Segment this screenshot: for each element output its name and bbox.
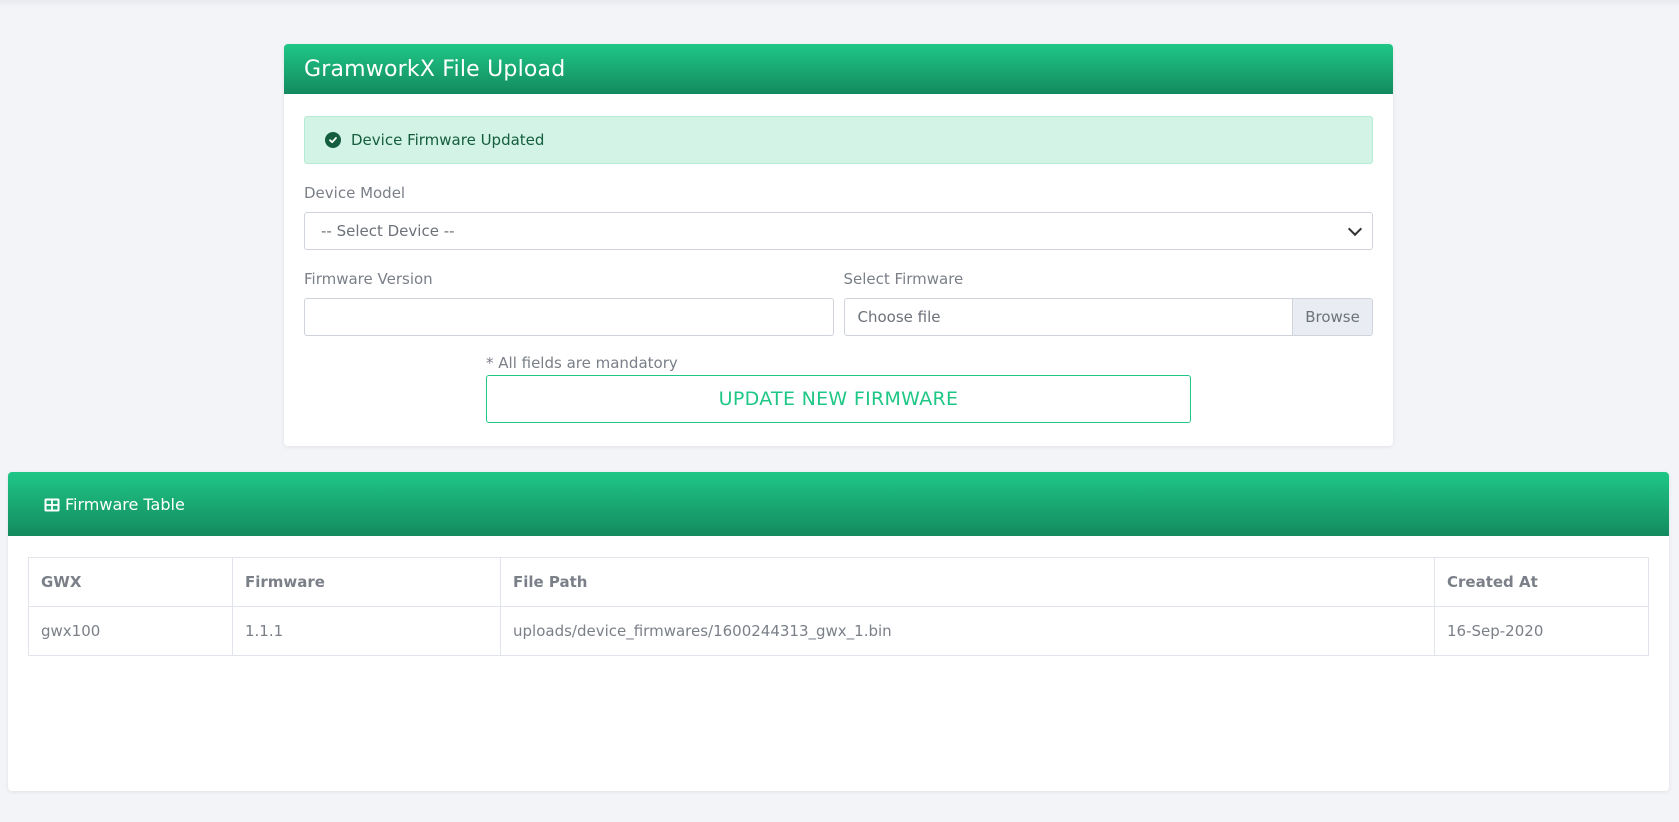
cell-file-path: uploads/device_firmwares/1600244313_gwx_… bbox=[500, 606, 1435, 656]
device-model-select[interactable]: -- Select Device -- bbox=[304, 212, 1373, 250]
success-alert-text: Device Firmware Updated bbox=[351, 131, 545, 149]
choose-file-placeholder[interactable]: Choose file bbox=[845, 299, 1293, 335]
update-firmware-button[interactable]: UPDATE NEW FIRMWARE bbox=[486, 375, 1191, 423]
cell-created-at: 16-Sep-2020 bbox=[1434, 606, 1649, 656]
upload-form: Device Firmware Updated Device Model -- … bbox=[284, 94, 1393, 423]
table-header-row: GWX Firmware File Path Created At bbox=[28, 557, 1649, 607]
firmware-table-title: Firmware Table bbox=[65, 494, 185, 514]
column-header-gwx[interactable]: GWX bbox=[28, 557, 233, 607]
chevron-down-icon bbox=[1347, 221, 1363, 236]
firmware-table-wrapper: GWX Firmware File Path Created At gwx100… bbox=[28, 557, 1649, 656]
firmware-table-header: Firmware Table bbox=[8, 472, 1669, 536]
upload-card-header: GramworkX File Upload bbox=[284, 44, 1393, 94]
firmware-version-input[interactable] bbox=[304, 298, 834, 336]
cell-gwx: gwx100 bbox=[28, 606, 233, 656]
table-grid-icon bbox=[44, 497, 60, 512]
device-model-label: Device Model bbox=[304, 184, 406, 202]
firmware-fields-row: Firmware Version Select Firmware Choose … bbox=[304, 250, 1373, 336]
cell-firmware: 1.1.1 bbox=[232, 606, 501, 656]
firmware-version-group: Firmware Version bbox=[304, 250, 834, 336]
firmware-version-label: Firmware Version bbox=[304, 270, 433, 288]
select-firmware-label: Select Firmware bbox=[843, 270, 964, 288]
firmware-table-card: Firmware Table GWX Firmware File Path Cr… bbox=[8, 472, 1669, 791]
select-firmware-group: Select Firmware Choose file Browse bbox=[843, 250, 1373, 336]
upload-card-title: GramworkX File Upload bbox=[304, 56, 566, 82]
success-alert: Device Firmware Updated bbox=[304, 116, 1373, 164]
top-bar-edge bbox=[0, 0, 1679, 8]
browse-button[interactable]: Browse bbox=[1292, 299, 1372, 335]
mandatory-note: * All fields are mandatory bbox=[486, 354, 678, 372]
firmware-table: GWX Firmware File Path Created At gwx100… bbox=[28, 557, 1649, 656]
check-circle-icon bbox=[325, 132, 341, 148]
firmware-file-input[interactable]: Choose file Browse bbox=[843, 298, 1373, 336]
table-row: gwx100 1.1.1 uploads/device_firmwares/16… bbox=[28, 606, 1649, 656]
device-model-selected-value: -- Select Device -- bbox=[321, 222, 455, 240]
column-header-created-at[interactable]: Created At bbox=[1434, 557, 1649, 607]
firmware-upload-card: GramworkX File Upload Device Firmware Up… bbox=[284, 44, 1393, 446]
column-header-file-path[interactable]: File Path bbox=[500, 557, 1435, 607]
column-header-firmware[interactable]: Firmware bbox=[232, 557, 501, 607]
